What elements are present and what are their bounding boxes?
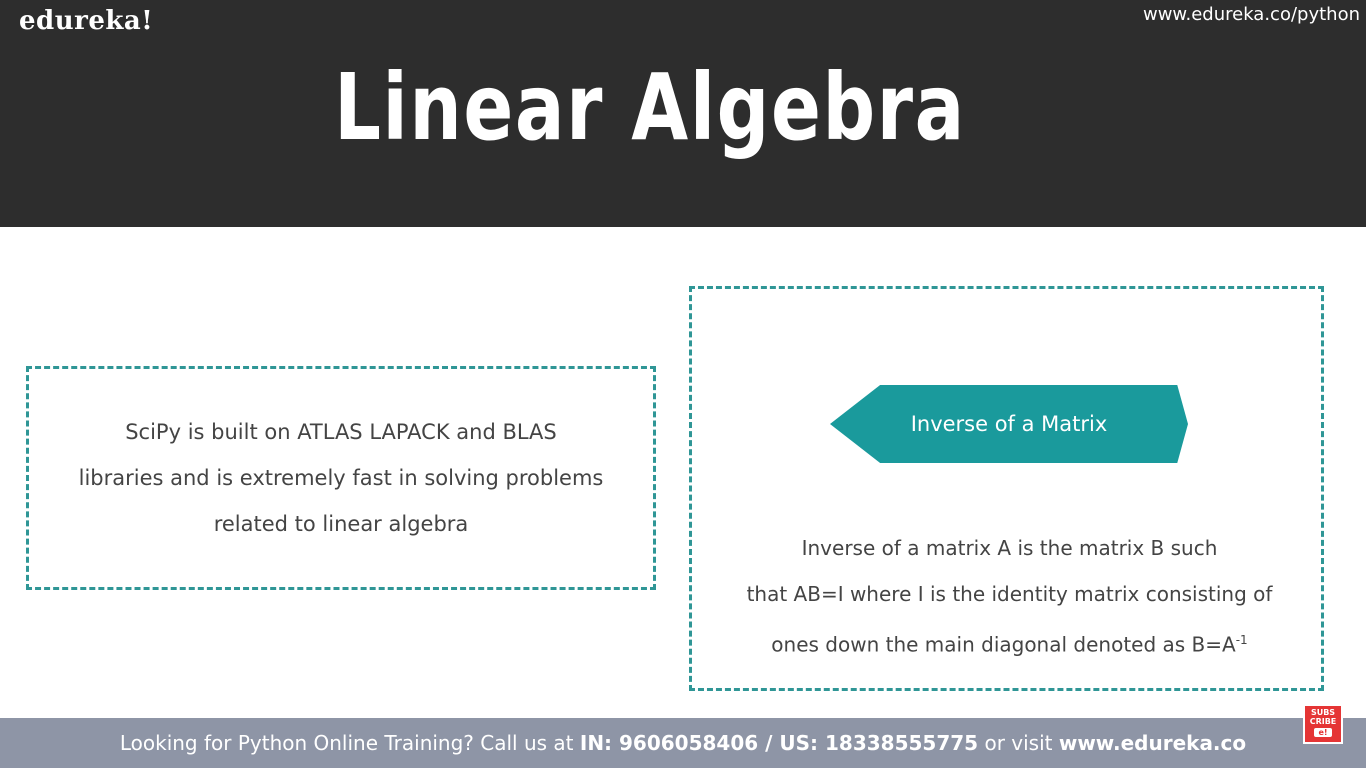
footer-bar: Looking for Python Online Training? Call… bbox=[0, 718, 1366, 768]
inverse-matrix-line: ones down the main diagonal denoted as B… bbox=[712, 617, 1307, 668]
header-bar: edureka! www.edureka.co/python Linear Al… bbox=[0, 0, 1366, 227]
slide-title: Linear Algebra bbox=[334, 54, 966, 161]
scipy-info-line: libraries and is extremely fast in solvi… bbox=[78, 466, 604, 490]
scipy-info-text: SciPy is built on ATLAS LAPACK and BLAS … bbox=[41, 409, 641, 547]
subscribe-button[interactable]: SUBS CRIBE e! bbox=[1303, 704, 1343, 744]
inverse-matrix-line-text: ones down the main diagonal denoted as B… bbox=[771, 632, 1236, 657]
inverse-matrix-banner: Inverse of a Matrix bbox=[830, 385, 1188, 463]
footer-middle: or visit bbox=[978, 731, 1059, 755]
inverse-matrix-box: Inverse of a Matrix Inverse of a matrix … bbox=[689, 286, 1324, 691]
footer-prefix: Looking for Python Online Training? Call… bbox=[119, 731, 580, 755]
footer-site-link[interactable]: www.edureka.co bbox=[1059, 731, 1246, 755]
site-url: www.edureka.co/python bbox=[1142, 4, 1360, 25]
footer-phone: IN: 9606058406 / US: 18338555775 bbox=[579, 731, 979, 755]
edureka-logo: edureka! bbox=[19, 6, 154, 36]
inverse-matrix-text: Inverse of a matrix A is the matrix B su… bbox=[712, 525, 1307, 668]
inverse-exponent: -1 bbox=[1235, 633, 1248, 647]
scipy-info-line: SciPy is built on ATLAS LAPACK and BLAS bbox=[125, 420, 557, 444]
scipy-info-box: SciPy is built on ATLAS LAPACK and BLAS … bbox=[26, 366, 656, 590]
subscribe-text: SUBS bbox=[1310, 708, 1336, 717]
subscribe-text: CRIBE bbox=[1309, 717, 1337, 726]
scipy-info-line: related to linear algebra bbox=[213, 512, 469, 536]
inverse-matrix-line: Inverse of a matrix A is the matrix B su… bbox=[801, 536, 1218, 560]
edureka-badge-icon: e! bbox=[1314, 728, 1332, 737]
inverse-matrix-line: that AB=I where I is the identity matrix… bbox=[746, 582, 1273, 606]
